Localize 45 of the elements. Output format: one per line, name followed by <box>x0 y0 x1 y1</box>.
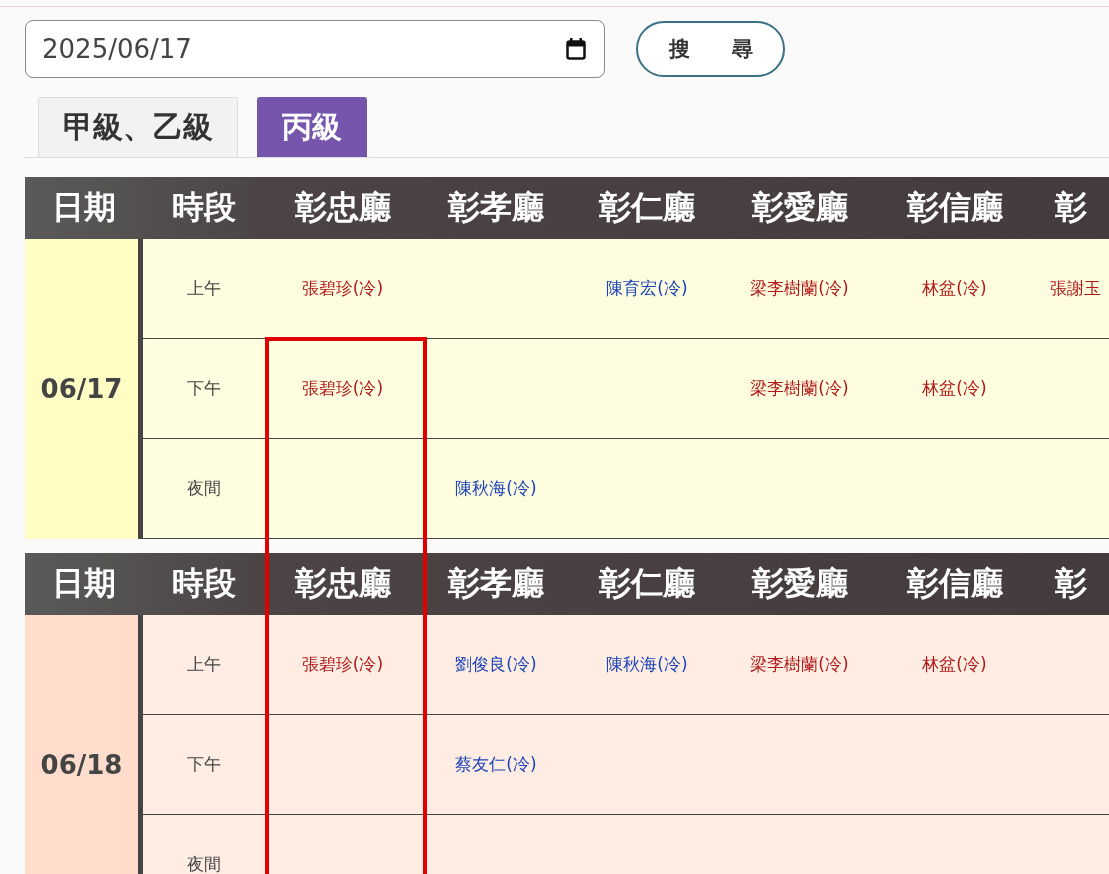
column-header: 彰孝廳 <box>448 563 544 604</box>
date-cell: 06/17 <box>25 239 143 539</box>
staff-name: 梁李樹蘭(冷) <box>750 653 849 676</box>
staff-name: 陳秋海(冷) <box>455 477 537 500</box>
column-header: 彰仁廳 <box>599 187 695 228</box>
grade-tab[interactable]: 甲級、乙級 <box>38 97 238 157</box>
column-header: 日期 <box>52 187 116 228</box>
period-label: 夜間 <box>187 853 221 874</box>
staff-name: 林盆(冷) <box>922 277 987 300</box>
grade-tab[interactable]: 丙級 <box>257 97 367 157</box>
staff-name: 林盆(冷) <box>922 653 987 676</box>
column-header: 彰忠廳 <box>294 187 391 228</box>
period-label: 下午 <box>187 377 221 400</box>
column-header: 彰孝廳 <box>448 187 544 228</box>
staff-name: 張碧珍(冷) <box>301 653 384 676</box>
staff-name: 張碧珍(冷) <box>301 377 384 400</box>
column-header: 彰忠廳 <box>294 563 391 604</box>
column-header: 彰 <box>1055 563 1087 604</box>
date-value: 2025/06/17 <box>42 34 192 64</box>
column-header: 彰信廳 <box>906 563 1003 604</box>
staff-name: 林盆(冷) <box>922 377 987 400</box>
period-label: 下午 <box>187 753 221 776</box>
staff-name: 蔡友仁(冷) <box>455 753 537 776</box>
column-header: 彰 <box>1055 187 1087 228</box>
period-label: 上午 <box>187 653 221 676</box>
column-header: 彰仁廳 <box>599 563 695 604</box>
column-header: 時段 <box>172 187 236 228</box>
staff-name: 梁李樹蘭(冷) <box>750 277 849 300</box>
search-button[interactable]: 搜 尋 <box>636 21 785 77</box>
column-header: 日期 <box>52 563 116 604</box>
column-header: 彰愛廳 <box>751 187 848 228</box>
staff-name: 陳秋海(冷) <box>606 653 688 676</box>
staff-name: 梁李樹蘭(冷) <box>750 377 849 400</box>
staff-name: 陳育宏(冷) <box>606 277 688 300</box>
calendar-icon[interactable] <box>566 38 586 60</box>
staff-name: 張謝玉 <box>1050 277 1101 300</box>
staff-name: 劉俊良(冷) <box>455 653 537 676</box>
staff-name: 張碧珍(冷) <box>301 277 384 300</box>
period-label: 上午 <box>187 277 221 300</box>
column-header: 時段 <box>172 563 236 604</box>
column-header: 彰愛廳 <box>751 563 848 604</box>
date-cell: 06/18 <box>25 615 143 874</box>
column-header: 彰信廳 <box>906 187 1003 228</box>
date-field[interactable]: 2025/06/17 <box>25 20 605 78</box>
period-label: 夜間 <box>187 477 221 500</box>
